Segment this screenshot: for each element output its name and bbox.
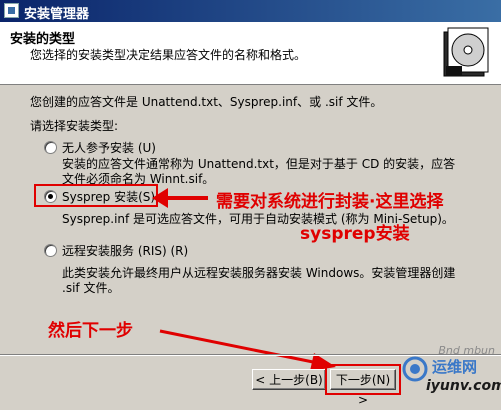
app-icon <box>4 3 19 18</box>
intro-text: 您创建的应答文件是 Unattend.txt、Sysprep.inf、或 .si… <box>30 95 383 109</box>
prompt-text: 请选择安装类型: <box>30 119 119 133</box>
radio-ris[interactable] <box>44 244 57 257</box>
watermark-logo-icon <box>402 356 428 382</box>
option-ris-desc-1: 此类安装允许最终用户从远程安装服务器安装 Windows。安装管理器创建 <box>62 266 456 280</box>
annotation-note-1: 需要对系统进行封装·这里选择 <box>216 192 444 212</box>
page-description: 您选择的安装类型决定结果应答文件的名称和格式。 <box>30 48 307 62</box>
annotation-note-2: sysprep安装 <box>300 224 410 244</box>
option-sysprep-label[interactable]: Sysprep 安装(S) <box>62 188 155 205</box>
title-bar: 安装管理器 <box>0 0 501 22</box>
watermark-site-cn: 运维网 <box>432 358 478 376</box>
next-button[interactable]: 下一步(N) > <box>330 369 396 407</box>
arrow-to-next <box>159 329 336 371</box>
radio-unattended[interactable] <box>44 141 57 154</box>
option-ris-label[interactable]: 远程安装服务 (RIS) (R) <box>62 242 188 259</box>
watermark: Bnd mbun 运维网 iyunv.com <box>400 342 501 400</box>
radio-sysprep[interactable] <box>44 190 57 203</box>
arrow-to-sysprep <box>152 188 208 208</box>
annotation-note-3: 然后下一步 <box>48 321 133 341</box>
window-title: 安装管理器 <box>24 7 90 22</box>
option-unattended-label[interactable]: 无人参予安装 (U) <box>62 139 156 156</box>
cd-box-icon <box>443 27 489 77</box>
option-ris-desc-2: .sif 文件。 <box>62 281 120 295</box>
back-button[interactable]: < 上一步(B) <box>252 369 326 390</box>
page-title: 安装的类型 <box>10 32 76 47</box>
wizard-header: 安装的类型 您选择的安装类型决定结果应答文件的名称和格式。 <box>0 22 501 85</box>
watermark-site-url: iyunv.com <box>426 378 501 394</box>
